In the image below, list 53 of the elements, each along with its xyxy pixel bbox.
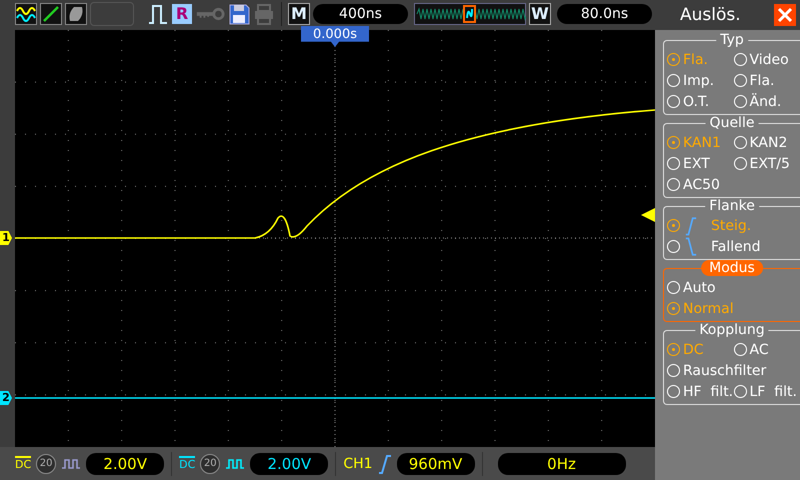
- group-title: Typ: [716, 32, 748, 48]
- panel-title: Auslös.: [680, 5, 741, 25]
- menu-m-button[interactable]: M: [288, 3, 310, 25]
- bandwidth-limit-indicator: 20: [36, 454, 56, 474]
- radio-option[interactable]: Fallend: [667, 236, 800, 257]
- blob-icon[interactable]: [65, 3, 87, 25]
- square-wave-icon: [61, 458, 82, 470]
- trigger-level-marker[interactable]: [641, 208, 655, 222]
- volts-per-division-readout: 2.00V: [250, 452, 328, 474]
- radio-option[interactable]: AC50: [667, 174, 800, 195]
- square-wave-icon: [225, 458, 246, 470]
- rising-edge-icon: [685, 216, 697, 236]
- radio-option[interactable]: KAN2: [734, 132, 800, 153]
- group-title: Quelle: [706, 115, 758, 131]
- radio-option[interactable]: Fla.: [734, 70, 800, 91]
- close-icon[interactable]: [774, 4, 796, 26]
- channel-marker[interactable]: 2: [0, 391, 12, 405]
- radio-option[interactable]: Änd.: [734, 91, 800, 112]
- rising-edge-icon: [378, 454, 392, 474]
- radio-option[interactable]: AC: [734, 339, 800, 360]
- pulse-icon[interactable]: [147, 3, 169, 25]
- channel-marker[interactable]: 1: [0, 231, 12, 245]
- waveform-channels-icon[interactable]: [15, 3, 37, 25]
- radio-option[interactable]: Video: [734, 49, 800, 70]
- radio-option[interactable]: DC: [667, 339, 734, 360]
- trigger-level-readout: 960mV: [396, 452, 475, 474]
- delay-readout: 80.0ns: [557, 4, 652, 24]
- diagonal-line-icon[interactable]: [40, 3, 62, 25]
- radio-option[interactable]: Fla.: [667, 49, 734, 70]
- radio-option[interactable]: HF filt.: [667, 381, 734, 402]
- frequency-readout: 0Hz: [498, 452, 626, 474]
- radio-option[interactable]: O.T.: [667, 91, 734, 112]
- radio-option[interactable]: Rauschfilter: [667, 360, 800, 381]
- coupling-label: DC: [179, 456, 196, 471]
- radio-option[interactable]: KAN1: [667, 132, 734, 153]
- trigger-position-marker[interactable]: 0.000s: [301, 26, 369, 47]
- group-title: Kopplung: [695, 322, 769, 338]
- zoom-w-button[interactable]: W: [529, 3, 551, 25]
- coupling-label: DC: [15, 456, 32, 471]
- time-base-readout: 400ns: [313, 4, 408, 24]
- group-title: Modus: [701, 260, 763, 276]
- radio-option[interactable]: LF filt.: [734, 381, 800, 402]
- bandwidth-limit-indicator: 20: [200, 454, 220, 474]
- radio-option[interactable]: EXT: [667, 153, 734, 174]
- radio-option[interactable]: Auto: [667, 277, 800, 298]
- radio-option[interactable]: Imp.: [667, 70, 734, 91]
- trigger-source-label: CH1: [343, 456, 373, 472]
- radio-option[interactable]: Steig.: [667, 215, 800, 236]
- volts-per-division-readout: 2.00V: [86, 452, 164, 474]
- radio-option[interactable]: Normal: [667, 298, 800, 319]
- run-button[interactable]: R: [172, 4, 192, 24]
- falling-edge-icon: [685, 236, 697, 256]
- radio-option[interactable]: EXT/5: [734, 153, 800, 174]
